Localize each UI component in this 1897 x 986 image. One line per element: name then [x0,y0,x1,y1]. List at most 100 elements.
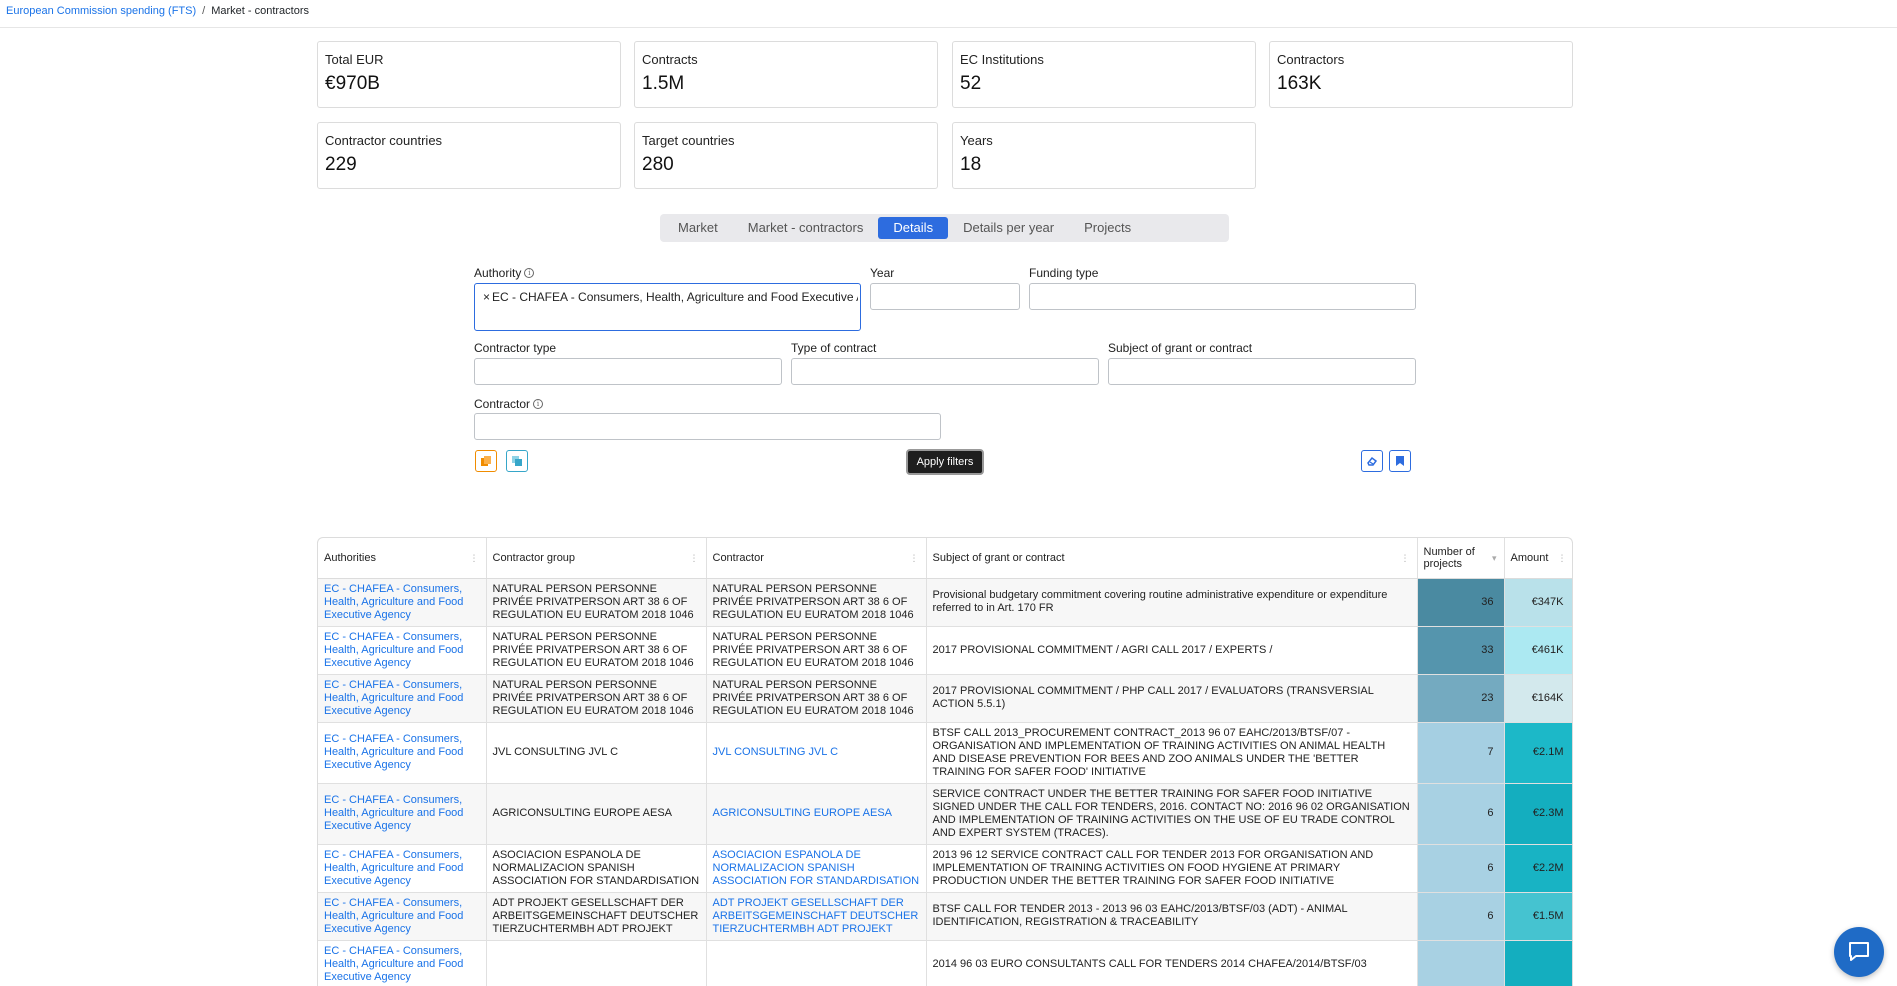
header-divider [0,27,1897,28]
kpi-label: Years [960,133,993,148]
header-text: Contractor [712,551,764,564]
table-row[interactable]: EC - CHAFEA - Consumers, Health, Agricul… [318,844,1572,893]
projects-cell [1417,940,1505,986]
column-header-authorities[interactable]: Authorities ⋮ [318,538,487,579]
tab-details[interactable]: Details [878,217,949,239]
eraser-icon [1367,456,1378,466]
kpi-value: €970B [325,73,380,94]
subject-input[interactable] [1108,358,1416,385]
contractor-cell[interactable]: JVL CONSULTING JVL C [706,722,927,784]
breadcrumb: European Commission spending (FTS) / Mar… [6,5,309,17]
contractor-type-input[interactable] [474,358,782,385]
column-header-contractor[interactable]: Contractor ⋮ [706,538,927,579]
authority-cell[interactable]: EC - CHAFEA - Consumers, Health, Agricul… [318,844,487,893]
type-of-contract-input[interactable] [791,358,1099,385]
chip-remove-icon[interactable]: × [483,290,490,304]
sort-icon[interactable]: ⋮ [910,552,919,564]
chat-button[interactable] [1834,927,1884,977]
contractor-cell[interactable] [706,940,927,986]
table-row[interactable]: EC - CHAFEA - Consumers, Health, Agricul… [318,722,1572,784]
contractor-group-cell: ASOCIACION ESPANOLA DE NORMALIZACION SPA… [486,844,707,893]
table-row[interactable]: EC - CHAFEA - Consumers, Health, Agricul… [318,626,1572,675]
contractor-group-cell: NATURAL PERSON PERSONNE PRIVÉE PRIVATPER… [486,626,707,675]
projects-cell: 7 [1417,722,1505,784]
projects-cell: 6 [1417,783,1505,845]
table-row[interactable]: EC - CHAFEA - Consumers, Health, Agricul… [318,940,1572,986]
sort-icon[interactable]: ⋮ [1401,552,1410,564]
authority-cell[interactable]: EC - CHAFEA - Consumers, Health, Agricul… [318,722,487,784]
kpi-value: 18 [960,154,982,175]
contractor-group-cell: NATURAL PERSON PERSONNE PRIVÉE PRIVATPER… [486,578,707,627]
kpi-years: Years 18 [952,122,1256,189]
column-header-number-of-projects[interactable]: Number of projects ▾ [1417,538,1505,579]
subject-cell: 2013 96 12 SERVICE CONTRACT CALL FOR TEN… [926,844,1418,893]
authority-chip-text: EC - CHAFEA - Consumers, Health, Agricul… [492,290,858,304]
contractor-type-label: Contractor type [474,341,557,355]
kpi-ec-institutions: EC Institutions 52 [952,41,1256,108]
duplicate-icon [512,456,522,466]
projects-cell: 23 [1417,674,1505,723]
contractor-cell[interactable]: ADT PROJEKT GESELLSCHAFT DER ARBEITSGEME… [706,892,927,941]
kpi-value: 1.5M [642,73,685,94]
table-row[interactable]: EC - CHAFEA - Consumers, Health, Agricul… [318,783,1572,845]
sort-icon[interactable]: ⋮ [1558,552,1567,564]
bookmark-icon [1396,456,1404,466]
tab-market[interactable]: Market [663,217,733,239]
table-row[interactable]: EC - CHAFEA - Consumers, Health, Agricul… [318,674,1572,723]
type-of-contract-label: Type of contract [791,341,877,355]
kpi-value: 229 [325,154,357,175]
bookmark-button[interactable] [1389,450,1411,472]
authority-cell[interactable]: EC - CHAFEA - Consumers, Health, Agricul… [318,626,487,675]
projects-cell: 36 [1417,578,1505,627]
contractor-group-cell [486,940,707,986]
tab-projects[interactable]: Projects [1069,217,1146,239]
chat-icon [1849,942,1869,961]
clear-filters-button[interactable] [1361,450,1383,472]
column-header-subject[interactable]: Subject of grant or contract ⋮ [926,538,1418,579]
kpi-contractor-countries: Contractor countries 229 [317,122,621,189]
contractor-group-cell: NATURAL PERSON PERSONNE PRIVÉE PRIVATPER… [486,674,707,723]
copy-icon [481,456,491,466]
contractor-input[interactable] [474,413,941,440]
amount-cell: €347K [1504,578,1572,627]
authority-cell[interactable]: EC - CHAFEA - Consumers, Health, Agricul… [318,578,487,627]
subject-cell: SERVICE CONTRACT UNDER THE BETTER TRAINI… [926,783,1418,845]
authority-label: Authority i [474,266,535,280]
projects-cell: 33 [1417,626,1505,675]
sort-icon[interactable]: ⋮ [470,552,479,564]
authority-chip: × EC - CHAFEA - Consumers, Health, Agricu… [483,290,858,304]
subject-cell: BTSF CALL 2013_PROCUREMENT CONTRACT_2013… [926,722,1418,784]
apply-filters-button[interactable]: Apply filters [906,449,984,475]
kpi-value: 280 [642,154,674,175]
breadcrumb-separator: / [202,5,206,17]
info-icon[interactable]: i [533,399,544,409]
year-input[interactable] [870,283,1020,310]
authority-select[interactable]: × EC - CHAFEA - Consumers, Health, Agricu… [474,283,861,331]
column-header-contractor-group[interactable]: Contractor group ⋮ [486,538,707,579]
view-tabs: Market Market - contractors Details Deta… [660,214,1229,242]
authority-cell[interactable]: EC - CHAFEA - Consumers, Health, Agricul… [318,892,487,941]
table-row[interactable]: EC - CHAFEA - Consumers, Health, Agricul… [318,578,1572,627]
column-header-amount[interactable]: Amount ⋮ [1504,538,1572,579]
tab-details-per-year[interactable]: Details per year [948,217,1069,239]
sort-desc-icon[interactable]: ▾ [1492,552,1496,564]
kpi-label: Contracts [642,52,698,67]
tab-market-contractors[interactable]: Market - contractors [733,217,879,239]
kpi-target-countries: Target countries 280 [634,122,938,189]
funding-type-input[interactable] [1029,283,1416,310]
table-row[interactable]: EC - CHAFEA - Consumers, Health, Agricul… [318,892,1572,941]
kpi-label: Contractor countries [325,133,443,148]
contractor-cell[interactable]: ASOCIACION ESPANOLA DE NORMALIZACION SPA… [706,844,927,893]
duplicate-button[interactable] [506,450,528,472]
amount-cell: €2.1M [1504,722,1572,784]
projects-cell: 6 [1417,844,1505,893]
authority-cell[interactable]: EC - CHAFEA - Consumers, Health, Agricul… [318,674,487,723]
info-icon[interactable]: i [524,268,535,278]
authority-cell[interactable]: EC - CHAFEA - Consumers, Health, Agricul… [318,783,487,845]
breadcrumb-root-link[interactable]: European Commission spending (FTS) [6,5,196,17]
amount-cell: €2.2M [1504,844,1572,893]
authority-cell[interactable]: EC - CHAFEA - Consumers, Health, Agricul… [318,940,487,986]
contractor-cell[interactable]: AGRICONSULTING EUROPE AESA [706,783,927,845]
copy-button[interactable] [475,450,497,472]
sort-icon[interactable]: ⋮ [690,552,699,564]
